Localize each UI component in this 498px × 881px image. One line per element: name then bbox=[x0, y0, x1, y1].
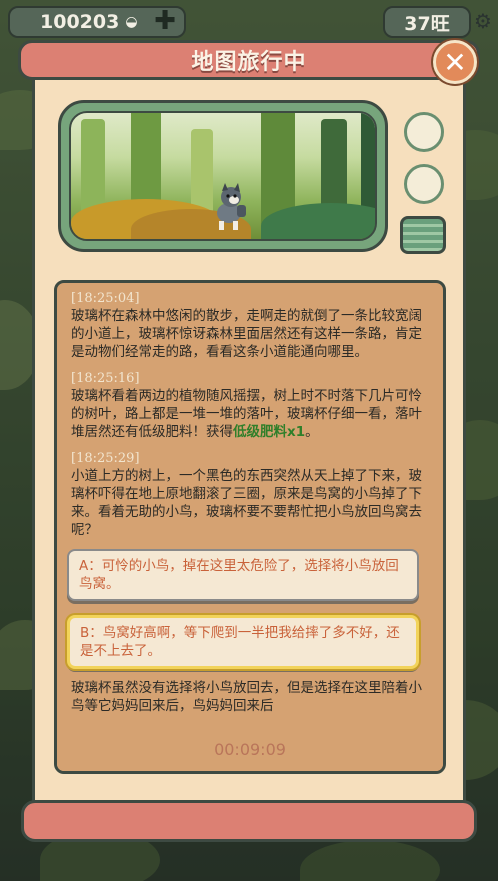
gear-icon[interactable]: ⚙ bbox=[474, 10, 496, 32]
pot-icon: ◒ bbox=[125, 14, 138, 30]
log-text: 小道上方的树上，一个黑色的东西突然从天上掉了下来，玻璃杯吓得在地上原地翻滚了三圈… bbox=[71, 468, 422, 538]
wang-counter: 37旺 bbox=[383, 6, 471, 38]
log-trailing-text: 玻璃杯虽然没有选择将小鸟放回去，但是选择在这里陪着小鸟等它妈妈回来后，鸟妈妈回来… bbox=[71, 680, 422, 714]
travel-timer: 00:09:09 bbox=[214, 740, 286, 759]
tv-knob-bottom bbox=[404, 164, 444, 204]
choice-a-button[interactable]: A：可怜的小鸟，掉在这里太危险了，选择将小鸟放回鸟窝。 bbox=[67, 549, 419, 601]
travel-dialog: 地图旅行中 ✕ [18:25:04] 玻璃杯在森林中悠闲的散步，走啊走的就倒了一… bbox=[18, 40, 480, 846]
choice-b-button[interactable]: B：鸟窝好高啊，等下爬到一半把我给摔了多不好，还是不上去了。 bbox=[67, 615, 419, 669]
dog-character-icon bbox=[217, 183, 246, 230]
tv-knob-top bbox=[404, 112, 444, 152]
wang-amount: 37旺 bbox=[404, 12, 450, 35]
travel-scene-tv bbox=[58, 100, 388, 252]
travel-scene bbox=[69, 111, 377, 241]
close-icon: ✕ bbox=[443, 45, 467, 79]
log-text-suffix: 。 bbox=[305, 424, 319, 440]
close-button[interactable]: ✕ bbox=[433, 40, 477, 84]
dialog-title: 地图旅行中 bbox=[191, 50, 307, 75]
log-entry: [18:25:04] 玻璃杯在森林中悠闲的散步，走啊走的就倒了一条比较宽阔的小道… bbox=[71, 291, 433, 361]
reward-highlight: 低级肥料x1 bbox=[233, 424, 306, 440]
tv-speaker bbox=[400, 216, 446, 254]
log-entry: [18:25:16] 玻璃杯看着两边的植物随风摇摆，树上时不时落下几片可怜的树叶… bbox=[71, 371, 433, 441]
log-timestamp: [18:25:29] bbox=[71, 451, 140, 466]
log-text: 玻璃杯看着两边的植物随风摇摆，树上时不时落下几片可怜的树叶，路上都是一堆一堆的落… bbox=[71, 387, 433, 441]
log-entry: [18:25:29] 小道上方的树上，一个黑色的东西突然从天上掉了下来，玻璃杯吓… bbox=[71, 451, 433, 539]
travel-log[interactable]: [18:25:04] 玻璃杯在森林中悠闲的散步，走啊走的就倒了一条比较宽阔的小道… bbox=[54, 280, 446, 774]
dialog-bottom-bar bbox=[21, 800, 477, 842]
coin-amount: 100203 bbox=[40, 11, 120, 33]
plus-icon[interactable]: ✚ bbox=[150, 8, 180, 36]
log-timestamp: [18:25:16] bbox=[71, 371, 140, 386]
log-timestamp: [18:25:04] bbox=[71, 291, 140, 306]
log-text: 玻璃杯在森林中悠闲的散步，走啊走的就倒了一条比较宽阔的小道上，玻璃杯惊讶森林里面… bbox=[71, 308, 422, 360]
dialog-title-bar: 地图旅行中 bbox=[18, 40, 480, 80]
